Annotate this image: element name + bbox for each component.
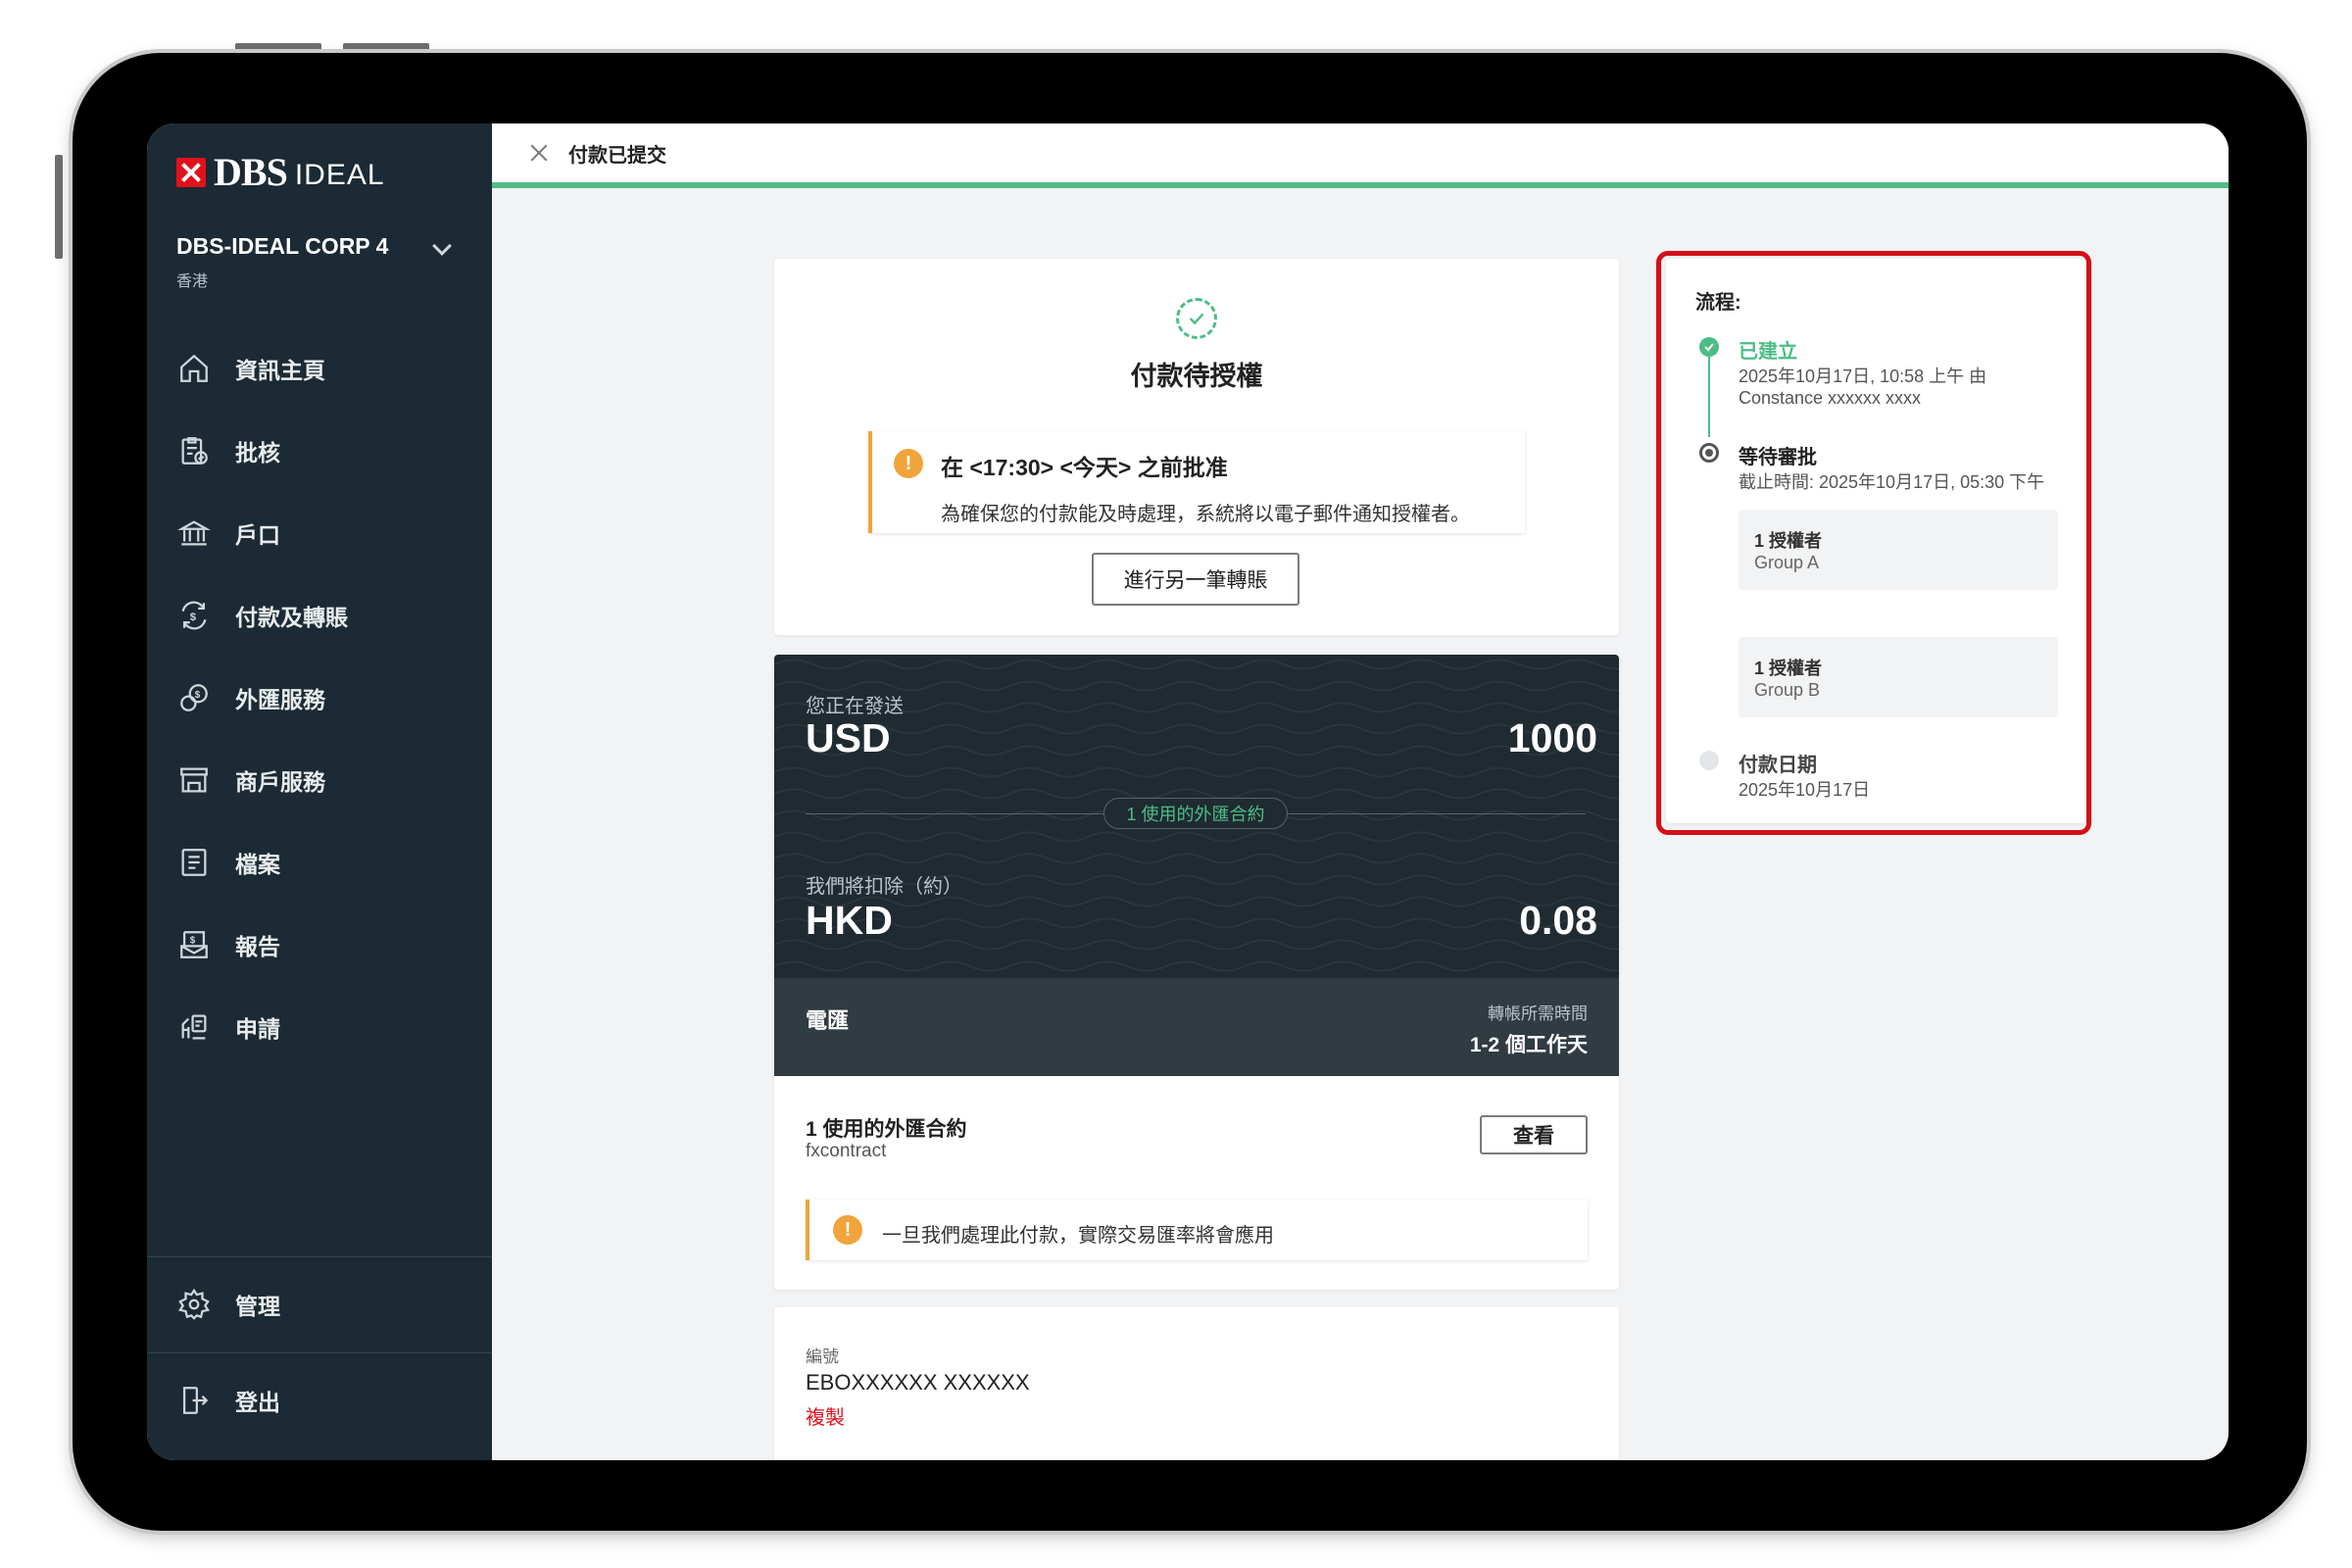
- sidebar-item-reports[interactable]: $ 報告: [147, 904, 492, 986]
- notice-text: 為確保您的付款能及時處理，系統將以電子郵件通知授權者。: [941, 504, 1470, 525]
- sidebar-item-approval[interactable]: 批核: [147, 410, 492, 492]
- approval-deadline-notice: ! 在 <17:30> <今天> 之前批准 為確保您的付款能及時處理，系統將以電…: [868, 431, 1525, 533]
- sidebar: DBS IDEAL DBS-IDEAL CORP 4 香港 資訊主頁 批核 戶口…: [147, 123, 492, 1460]
- sidebar-item-label: 報告: [235, 934, 280, 959]
- reference-label: 編號: [806, 1348, 839, 1366]
- status-card: 付款待授權 ! 在 <17:30> <今天> 之前批准 為確保您的付款能及時處理…: [774, 259, 1619, 635]
- sidebar-item-label: 檔案: [235, 852, 280, 877]
- fx-contract-pill: 1 使用的外匯合約: [1103, 798, 1288, 829]
- file-icon: [176, 845, 212, 880]
- status-title: 付款待授權: [1130, 362, 1263, 391]
- sending-label: 您正在發送: [806, 696, 904, 717]
- sending-currency: USD: [806, 715, 891, 760]
- logo-product: IDEAL: [294, 158, 385, 191]
- fx-rate-notice: ! 一旦我們處理此付款，實際交易匯率將會應用: [806, 1200, 1588, 1260]
- page-title: 付款已提交: [568, 144, 666, 167]
- sidebar-item-label: 登出: [235, 1390, 280, 1415]
- view-button[interactable]: 查看: [1480, 1115, 1588, 1154]
- svg-text:$: $: [190, 936, 196, 947]
- notice-title: 在 <17:30> <今天> 之前批准: [941, 455, 1228, 480]
- fx-contract-title: 1 使用的外匯合約: [806, 1118, 967, 1141]
- logo-brand: DBS: [214, 150, 288, 194]
- sidebar-item-accounts[interactable]: 戶口: [147, 492, 492, 574]
- debit-currency: HKD: [806, 898, 893, 943]
- sidebar-item-label: 申請: [235, 1016, 280, 1042]
- close-icon[interactable]: [529, 143, 549, 163]
- corp-name: DBS-IDEAL CORP 4: [176, 233, 389, 259]
- sidebar-item-label: 資訊主頁: [235, 358, 325, 383]
- top-button-right: [343, 43, 429, 51]
- sidebar-nav: 資訊主頁 批核 戶口 $ 付款及轉賬 $ 外匯服務 商戶服務 檔案 $ 報告 申…: [147, 327, 492, 1068]
- check-circle-icon: [1176, 298, 1217, 339]
- sidebar-item-manage[interactable]: 管理: [147, 1257, 492, 1351]
- sidebar-item-apply[interactable]: 申請: [147, 986, 492, 1068]
- sidebar-item-label: 付款及轉賬: [235, 605, 348, 630]
- corp-switcher[interactable]: DBS-IDEAL CORP 4 香港: [176, 233, 470, 291]
- report-icon: $: [176, 927, 212, 962]
- gear-icon: [176, 1287, 212, 1322]
- dbs-logo[interactable]: DBS IDEAL: [176, 149, 385, 195]
- apply-icon: [176, 1009, 212, 1045]
- sidebar-manage-section: 管理: [147, 1256, 492, 1351]
- sidebar-logout-section: 登出: [147, 1352, 492, 1447]
- debit-label: 我們將扣除（約）: [806, 876, 962, 898]
- notice-text: 一旦我們處理此付款，實際交易匯率將會應用: [882, 1225, 1274, 1247]
- approval-icon: [176, 433, 212, 468]
- top-button-left: [235, 43, 321, 51]
- sidebar-item-files[interactable]: 檔案: [147, 821, 492, 904]
- merchant-icon: [176, 762, 212, 798]
- fx-contract-card: 1 使用的外匯合約 fxcontract 查看 ! 一旦我們處理此付款，實際交易…: [774, 1076, 1619, 1290]
- another-transfer-button[interactable]: 進行另一筆轉賬: [1092, 553, 1299, 606]
- sidebar-item-label: 商戶服務: [235, 769, 325, 795]
- sending-amount: 1000: [1507, 715, 1597, 760]
- transfer-time: 1-2 個工作天: [1469, 1034, 1588, 1056]
- sidebar-item-label: 戶口: [235, 522, 280, 548]
- amount-card: 您正在發送 USD 1000 1 使用的外匯合約 我們將扣除（約） HKD 0.…: [774, 655, 1619, 1076]
- svg-text:$: $: [190, 612, 197, 623]
- dbs-star-icon: [176, 157, 206, 187]
- transfer-time-label: 轉帳所需時間: [1488, 1004, 1588, 1023]
- sidebar-item-label: 批核: [235, 440, 280, 466]
- sidebar-item-label: 外匯服務: [235, 687, 325, 712]
- side-button: [55, 155, 63, 259]
- corp-region: 香港: [176, 273, 209, 290]
- payment-icon: $: [176, 598, 212, 633]
- sidebar-item-dashboard[interactable]: 資訊主頁: [147, 327, 492, 410]
- screen: DBS IDEAL DBS-IDEAL CORP 4 香港 資訊主頁 批核 戶口…: [147, 123, 2229, 1460]
- sidebar-item-logout[interactable]: 登出: [147, 1353, 492, 1447]
- svg-text:$: $: [195, 690, 201, 701]
- transfer-method: 電匯: [806, 1008, 850, 1033]
- fx-contract-name: fxcontract: [806, 1141, 887, 1161]
- sidebar-item-label: 管理: [235, 1294, 280, 1319]
- copy-link[interactable]: 複製: [806, 1401, 845, 1430]
- warning-icon: !: [894, 449, 923, 478]
- reference-card: 編號 EBOXXXXXX XXXXXX 複製: [774, 1307, 1619, 1460]
- sidebar-item-merchant[interactable]: 商戶服務: [147, 739, 492, 821]
- warning-icon: !: [833, 1215, 862, 1245]
- home-icon: [176, 351, 212, 386]
- sidebar-item-payments[interactable]: $ 付款及轉賬: [147, 574, 492, 657]
- logout-icon: [176, 1383, 212, 1418]
- debit-amount: 0.08: [1519, 898, 1597, 943]
- reference-value: EBOXXXXXX XXXXXX: [806, 1370, 1030, 1395]
- transfer-method-bar: 電匯 轉帳所需時間 1-2 個工作天: [774, 978, 1619, 1076]
- page-header: 付款已提交: [492, 123, 2229, 188]
- sidebar-item-fx[interactable]: $ 外匯服務: [147, 657, 492, 739]
- highlight-box: [1656, 251, 2091, 835]
- fx-icon: $: [176, 680, 212, 715]
- bank-icon: [176, 515, 212, 551]
